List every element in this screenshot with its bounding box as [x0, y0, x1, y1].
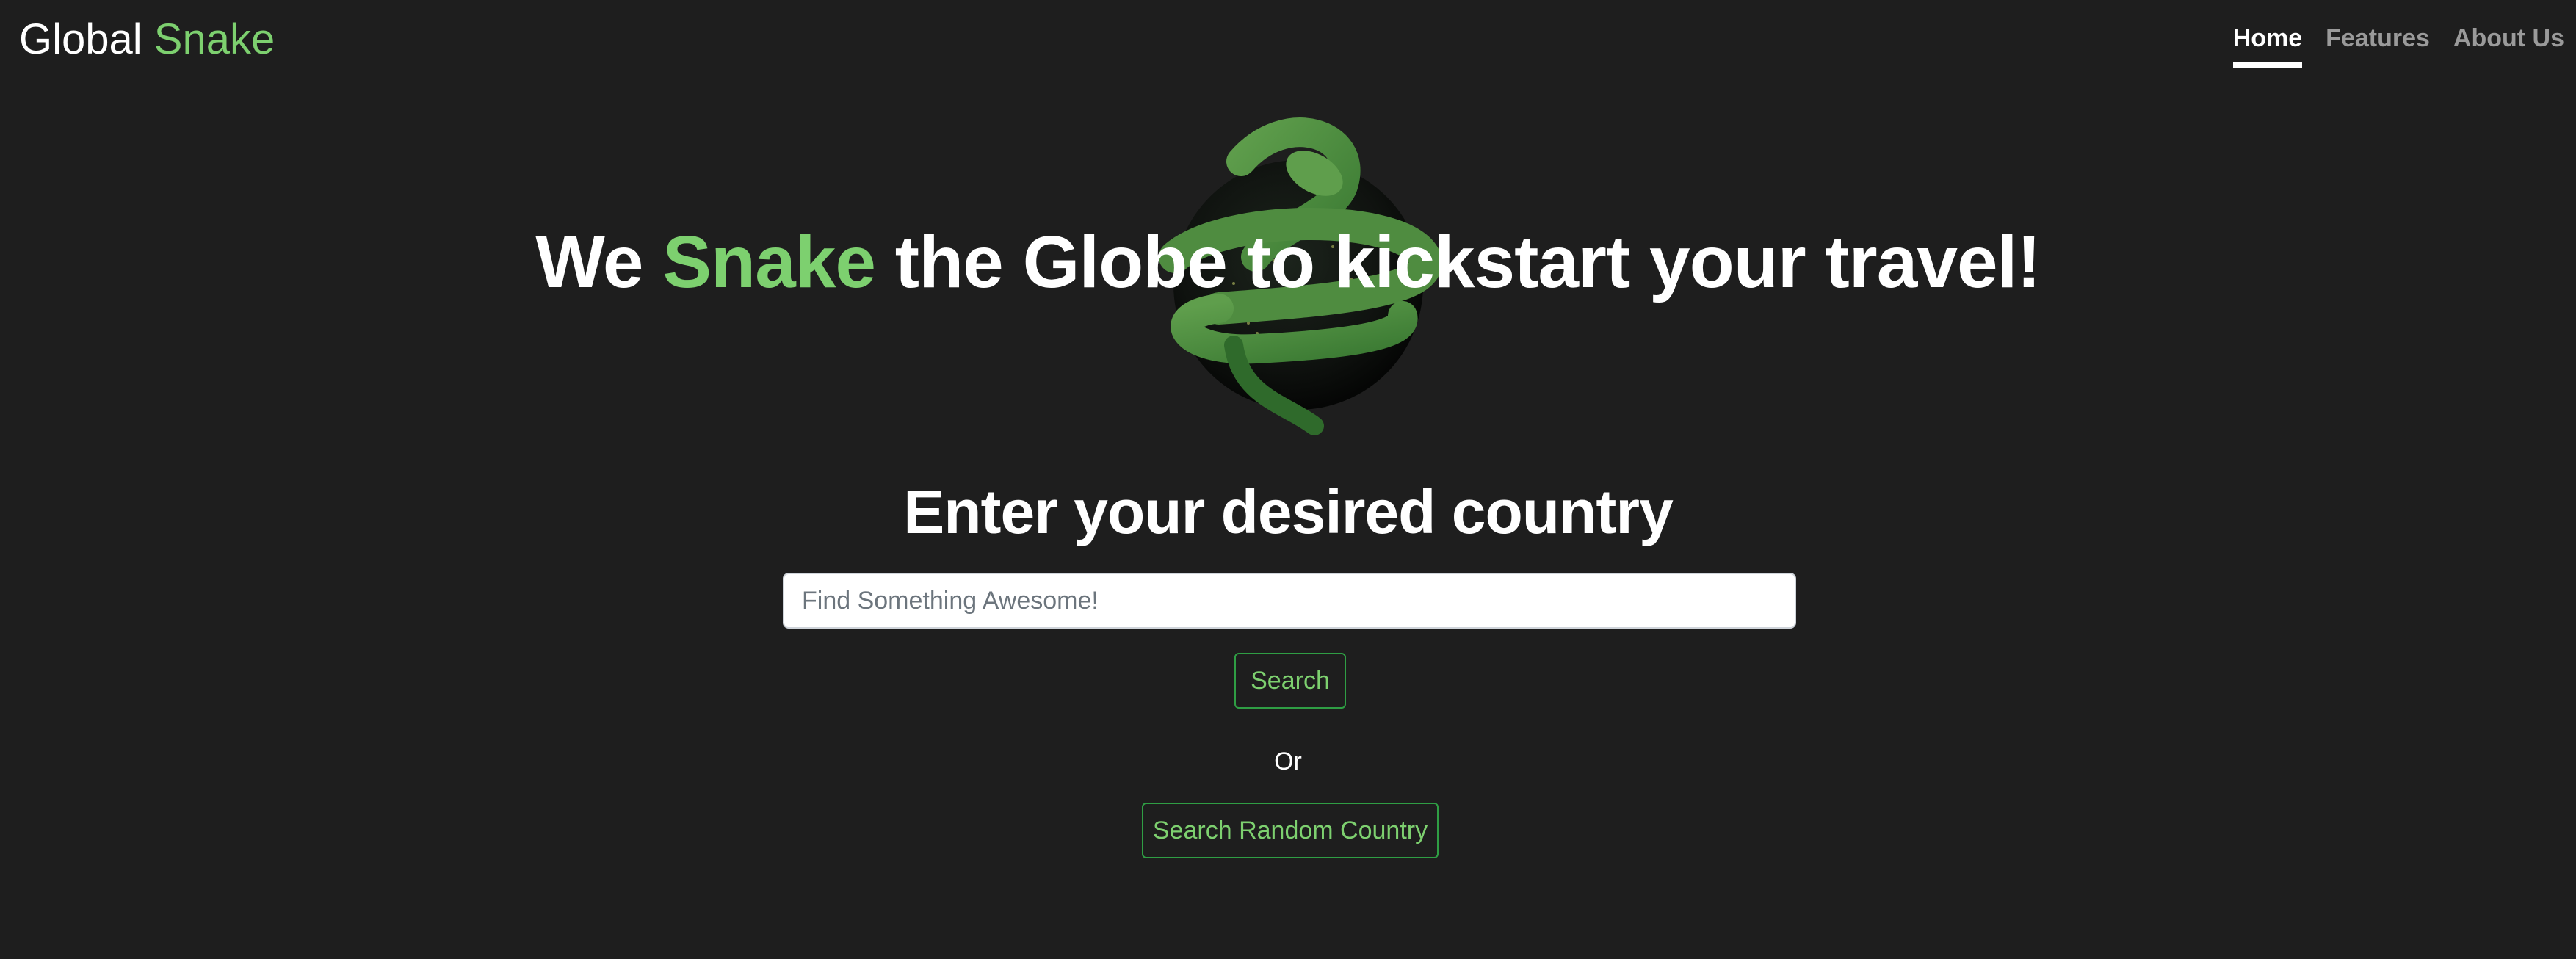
search-heading: Enter your desired country	[903, 477, 1674, 546]
hero-title: We Snake the Globe to kickstart your tra…	[0, 214, 2576, 310]
search-random-country-button[interactable]: Search Random Country	[1142, 803, 1439, 858]
hero-title-accent: Snake	[662, 221, 876, 303]
main-nav: Home Features About Us	[2232, 21, 2576, 73]
page: Global Snake Home Features About Us We S…	[0, 0, 2576, 959]
brand-accent-text: Snake	[153, 15, 275, 63]
nav-link-home[interactable]: Home	[2232, 21, 2303, 68]
hero-title-end: the Globe to kickstart your travel!	[894, 221, 2041, 303]
brand-primary-text: Global	[19, 15, 142, 63]
hero-title-start: We	[535, 221, 643, 303]
country-search-input[interactable]	[783, 573, 1796, 629]
search-button[interactable]: Search	[1234, 653, 1346, 709]
or-separator-text: Or	[1274, 748, 1302, 775]
brand-logo-link[interactable]: Global Snake	[19, 13, 275, 66]
nav-link-features[interactable]: Features	[2326, 21, 2430, 62]
nav-link-about-us[interactable]: About Us	[2453, 21, 2564, 62]
